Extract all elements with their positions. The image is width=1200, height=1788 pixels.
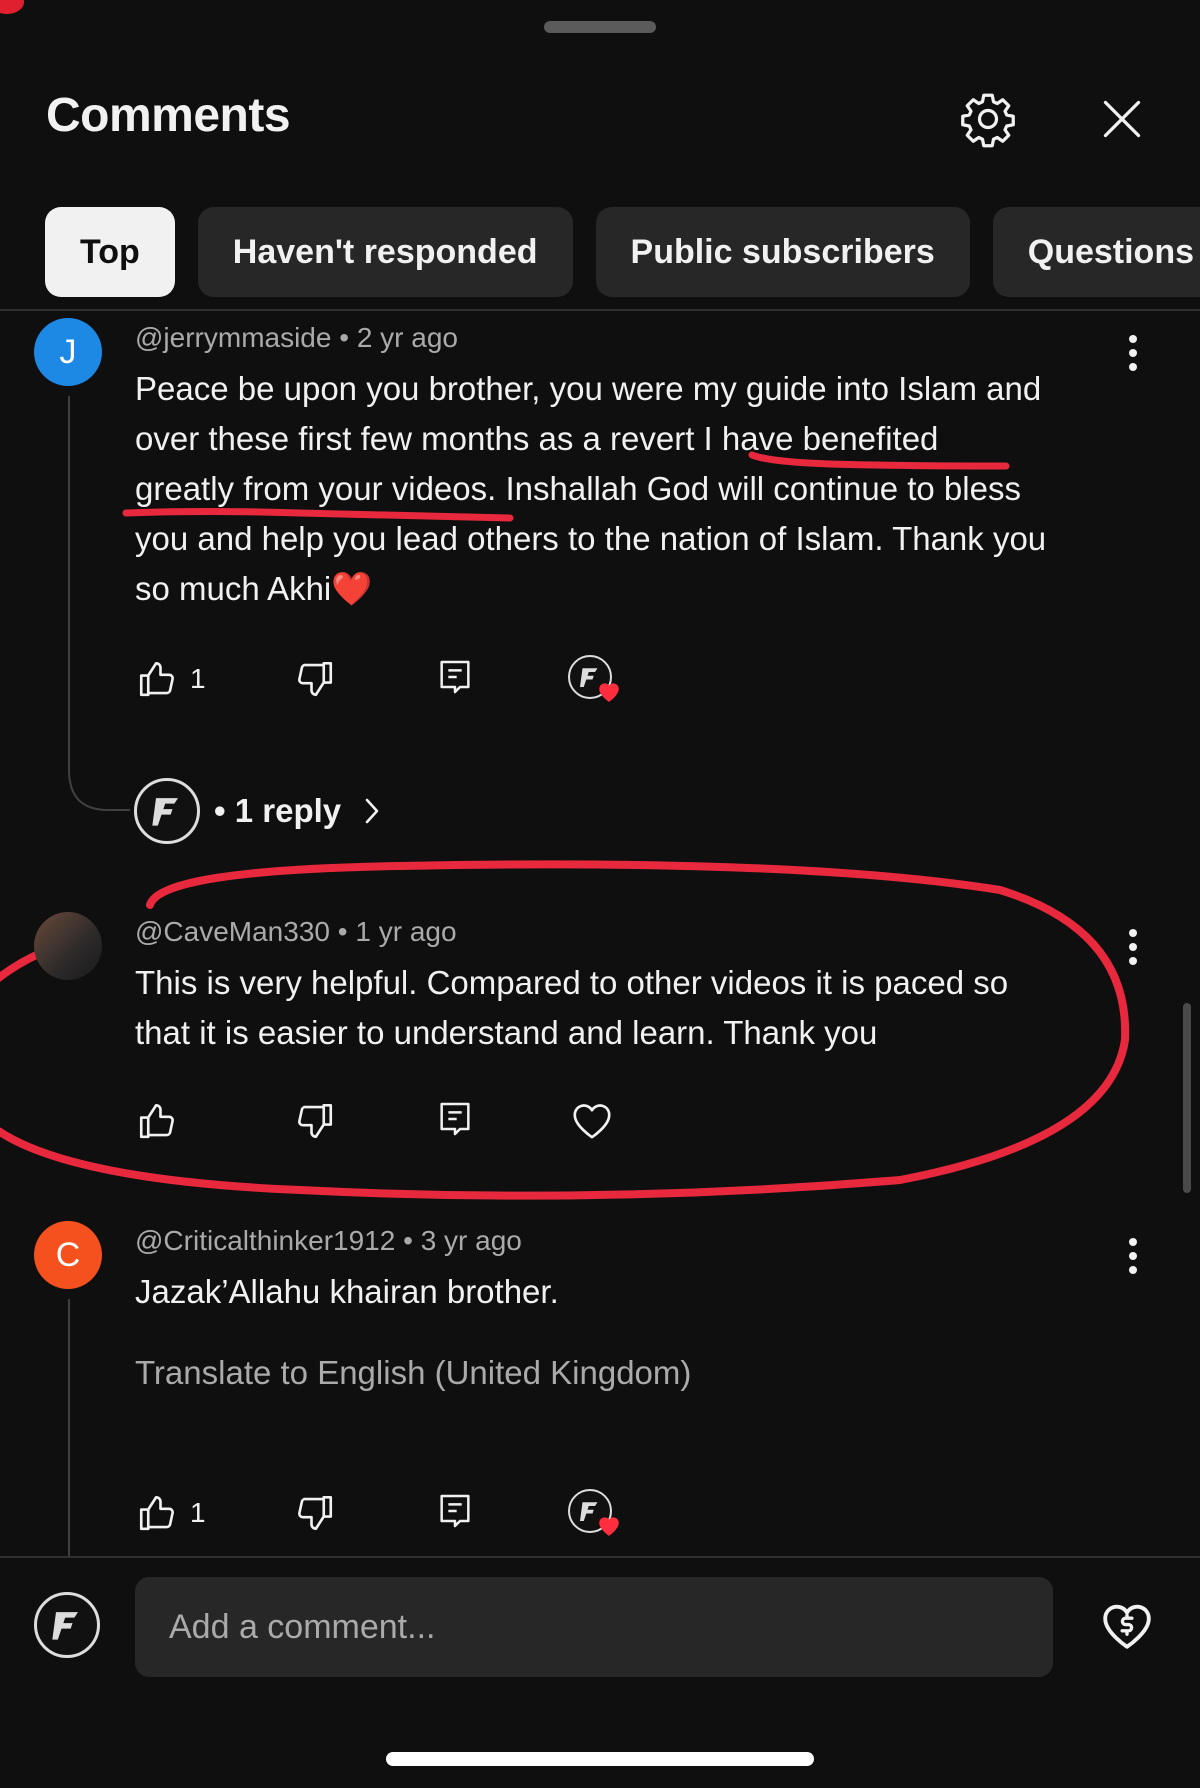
avatar[interactable] <box>34 912 102 980</box>
home-indicator <box>386 1752 814 1766</box>
comment-input-placeholder: Add a comment... <box>169 1607 436 1646</box>
reply-button[interactable] <box>432 654 478 700</box>
heart-icon <box>599 683 619 702</box>
comment-text: Jazak’Allahu khairan brother. <box>135 1273 559 1310</box>
comment-line: over these first few months as a revert … <box>135 420 939 457</box>
creator-heart-button[interactable] <box>568 1489 628 1543</box>
scrollbar[interactable] <box>1183 1003 1191 1193</box>
page-title: Comments <box>46 89 291 142</box>
comment-line: This is very helpful. Compared to other … <box>135 964 1009 1001</box>
comment-text: Peace be upon you brother, you were my g… <box>135 364 1046 614</box>
creator-logo-icon <box>152 798 178 826</box>
comment-line: you and help you lead others to the nati… <box>135 520 1047 557</box>
thumbs-down-icon <box>298 1495 333 1531</box>
avatar[interactable]: J <box>34 318 102 386</box>
thumbs-up-icon <box>139 661 174 697</box>
more-vertical-icon <box>1129 929 1137 965</box>
super-thanks-button[interactable] <box>1096 1594 1158 1656</box>
reply-icon <box>440 660 470 694</box>
like-button[interactable] <box>134 656 180 702</box>
chip-havent-responded[interactable]: Haven't responded <box>197 207 573 297</box>
settings-button[interactable] <box>955 86 1021 152</box>
comment-menu-button[interactable] <box>1115 1233 1151 1279</box>
comment-line: Peace be upon you brother, you were my g… <box>135 370 1042 407</box>
thread-line <box>68 1299 70 1557</box>
thumbs-down-icon <box>298 661 333 697</box>
heart-icon <box>599 1517 619 1536</box>
dislike-button[interactable] <box>292 1490 338 1536</box>
more-vertical-icon <box>1129 335 1137 371</box>
heart-outline-icon <box>573 1104 611 1139</box>
composer-divider <box>0 1556 1200 1558</box>
thumbs-down-icon <box>298 1103 333 1139</box>
like-count: 1 <box>190 663 206 694</box>
like-button[interactable] <box>134 1490 180 1536</box>
thread-line <box>68 396 70 774</box>
like-button[interactable] <box>134 1098 180 1144</box>
chips-divider <box>0 309 1200 311</box>
close-icon <box>1103 100 1141 138</box>
comment-menu-button[interactable] <box>1115 924 1151 970</box>
comment-meta: @jerrymmaside • 2 yr ago <box>135 322 458 353</box>
dislike-button[interactable] <box>292 1098 338 1144</box>
thumbs-up-icon <box>139 1495 174 1531</box>
comment-line: that it is easier to understand and lear… <box>135 1014 878 1051</box>
comment-author[interactable]: @CaveMan330 <box>135 916 330 947</box>
translate-link[interactable]: Translate to English (United Kingdom) <box>135 1354 691 1392</box>
thread-connector <box>68 770 130 811</box>
comment-menu-button[interactable] <box>1115 330 1151 376</box>
filter-chips: Top Haven't responded Public subscribers… <box>45 207 1200 297</box>
comment-line: greatly from your videos. Inshallah God … <box>135 470 1021 507</box>
reply-icon <box>440 1102 470 1136</box>
chevron-right-icon <box>366 798 379 824</box>
creator-heart-button[interactable] <box>568 655 628 709</box>
user-avatar <box>34 1592 100 1658</box>
view-replies-link[interactable]: • 1 reply <box>214 792 384 830</box>
chip-questions[interactable]: Questions <box>992 207 1200 297</box>
heart-emoji: ❤️ <box>331 570 373 607</box>
reply-button[interactable] <box>432 1488 478 1534</box>
comment-time: 2 yr ago <box>356 322 458 353</box>
comment-author[interactable]: @jerrymmaside <box>135 322 331 353</box>
comment-line: so much Akhi <box>135 570 332 607</box>
comment-time: 3 yr ago <box>420 1225 522 1256</box>
close-button[interactable] <box>1095 92 1149 146</box>
replies-count: 1 reply <box>234 792 342 829</box>
super-thanks-icon <box>1103 1604 1151 1649</box>
reply-icon <box>440 1494 470 1528</box>
dislike-button[interactable] <box>292 656 338 702</box>
chip-public-subscribers[interactable]: Public subscribers <box>595 207 970 297</box>
comment-meta: @CaveMan330 • 1 yr ago <box>135 916 457 947</box>
avatar[interactable]: C <box>34 1221 102 1289</box>
comment-meta: @Criticalthinker1912 • 3 yr ago <box>135 1225 522 1256</box>
reply-button[interactable] <box>432 1096 478 1142</box>
gear-icon <box>961 93 1015 148</box>
recording-indicator <box>0 0 24 14</box>
creator-logo-icon <box>52 1612 78 1640</box>
heart-button[interactable] <box>568 1096 616 1144</box>
creator-avatar[interactable] <box>134 778 200 844</box>
comment-input[interactable]: Add a comment... <box>135 1577 1053 1677</box>
comment-author[interactable]: @Criticalthinker1912 <box>135 1225 395 1256</box>
thumbs-up-icon <box>139 1103 174 1139</box>
comment-time: 1 yr ago <box>355 916 457 947</box>
chip-top[interactable]: Top <box>45 207 175 297</box>
comment-text: This is very helpful. Compared to other … <box>135 958 1008 1058</box>
more-vertical-icon <box>1129 1238 1137 1274</box>
like-count: 1 <box>190 1497 206 1528</box>
drag-handle[interactable] <box>544 21 656 33</box>
